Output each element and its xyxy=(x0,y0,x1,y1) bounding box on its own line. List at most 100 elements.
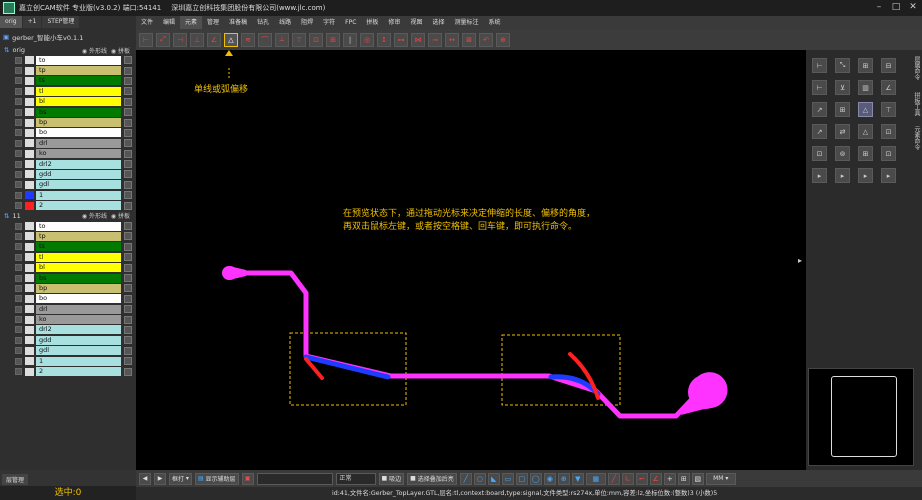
layer-visibility-checkbox[interactable] xyxy=(15,253,22,261)
layer-name[interactable]: ko xyxy=(36,315,121,325)
unit-select[interactable]: MM ▾ xyxy=(705,472,736,485)
layer-name[interactable]: drl xyxy=(36,138,121,148)
angle-tool-icon[interactable]: ∠ xyxy=(207,32,221,47)
layer-row[interactable]: drl xyxy=(0,304,136,314)
element-tool-icon[interactable]: ⇄ xyxy=(835,124,850,139)
layer-lock-checkbox[interactable] xyxy=(124,367,132,376)
layer-lock-checkbox[interactable] xyxy=(124,170,132,179)
layer-lock-checkbox[interactable] xyxy=(124,315,132,324)
panel-toggle[interactable]: ◉ 拼板 xyxy=(111,213,130,220)
menu-item[interactable]: 字符 xyxy=(318,16,340,29)
frame-select-icon[interactable]: ▣ xyxy=(241,472,254,485)
layer-visibility-checkbox[interactable] xyxy=(15,305,22,313)
layer-lock-checkbox[interactable] xyxy=(124,294,132,303)
layer-lock-checkbox[interactable] xyxy=(124,253,132,262)
layer-lock-checkbox[interactable] xyxy=(124,263,132,272)
layer-lock-checkbox[interactable] xyxy=(124,56,132,65)
layer-color-swatch[interactable] xyxy=(25,346,34,355)
layer-color-swatch[interactable] xyxy=(25,66,34,75)
layer-name[interactable]: tl xyxy=(36,252,121,262)
element-tool-icon[interactable]: ⤡ xyxy=(835,58,850,73)
grid-view-icon[interactable]: ⊞ xyxy=(677,472,690,485)
layer-row[interactable]: bs xyxy=(0,107,136,117)
menu-item[interactable]: 准备稿 xyxy=(224,16,252,29)
layer-row[interactable]: gdl xyxy=(0,346,136,356)
layer-visibility-checkbox[interactable] xyxy=(15,347,22,355)
right-vertical-tab[interactable]: 元素命令 xyxy=(912,126,921,150)
layer-lock-checkbox[interactable] xyxy=(124,160,132,169)
menu-item[interactable]: 钻孔 xyxy=(252,16,274,29)
minimize-button[interactable]: – xyxy=(872,2,886,12)
tab-orig[interactable]: orig xyxy=(0,16,22,28)
layer-lock-checkbox[interactable] xyxy=(124,180,132,189)
layer-name[interactable]: bo xyxy=(36,294,121,304)
menu-item[interactable]: 选择 xyxy=(427,16,449,29)
panel-toggle[interactable]: ◉ 拼板 xyxy=(111,48,130,55)
layer-visibility-checkbox[interactable] xyxy=(15,232,22,240)
layer-visibility-checkbox[interactable] xyxy=(15,295,22,303)
layer-row[interactable]: ts xyxy=(0,242,136,252)
layer-color-swatch[interactable] xyxy=(25,357,34,366)
layer-visibility-checkbox[interactable] xyxy=(15,87,22,95)
layer-visibility-checkbox[interactable] xyxy=(15,284,22,292)
layer-lock-checkbox[interactable] xyxy=(124,242,132,251)
view-mode-icon[interactable]: ▧ xyxy=(691,472,704,485)
element-tool-icon[interactable]: ⊤ xyxy=(881,102,896,117)
layer-color-swatch[interactable] xyxy=(25,315,34,324)
layer-lock-checkbox[interactable] xyxy=(124,232,132,241)
menu-item[interactable]: 编辑 xyxy=(158,16,180,29)
element-tool-icon[interactable]: ⊟ xyxy=(881,58,896,73)
layer-name[interactable]: gdl xyxy=(36,180,121,190)
stretch-tool-icon[interactable]: ⟂ xyxy=(275,32,289,47)
close-button[interactable]: ✕ xyxy=(906,2,920,12)
rotate-tool-icon[interactable]: ↔ xyxy=(445,32,459,47)
layer-visibility-checkbox[interactable] xyxy=(15,264,22,272)
outline-toggle[interactable]: ◉ 外形线 xyxy=(82,48,107,55)
extend-tool-icon[interactable]: ⤢ xyxy=(156,32,170,47)
layer-lock-checkbox[interactable] xyxy=(124,87,132,96)
outline-toggle[interactable]: ◉ 外形线 xyxy=(82,213,107,220)
layer-visibility-checkbox[interactable] xyxy=(15,222,22,230)
layer-name[interactable]: bp xyxy=(36,118,121,128)
layer-row[interactable]: ko xyxy=(0,149,136,159)
step-header[interactable]: ⇅ orig ◉ 外形线 ◉ 拼板 xyxy=(0,45,136,55)
filter-icon[interactable]: ▼ xyxy=(571,472,584,485)
menu-item[interactable]: 系统 xyxy=(483,16,505,29)
crosshair-icon[interactable]: + xyxy=(663,472,676,485)
layer-color-swatch[interactable] xyxy=(25,274,34,282)
layer-name[interactable]: 2 xyxy=(36,201,121,211)
grid-icon[interactable]: ▦ xyxy=(585,472,606,485)
layer-color-swatch[interactable] xyxy=(25,191,34,200)
layer-lock-checkbox[interactable] xyxy=(124,66,132,75)
menu-item[interactable]: 修审 xyxy=(383,16,405,29)
layer-visibility-checkbox[interactable] xyxy=(15,326,22,334)
layer-name[interactable]: 1 xyxy=(36,190,121,200)
layer-color-swatch[interactable] xyxy=(25,160,34,169)
layer-row[interactable]: bs xyxy=(0,273,136,283)
snap-edge-toggle[interactable]: ■ 吸边 xyxy=(378,472,405,485)
layer-name[interactable]: gdl xyxy=(36,346,121,356)
layer-visibility-checkbox[interactable] xyxy=(15,56,22,64)
layer-color-swatch[interactable] xyxy=(25,263,34,272)
layer-row[interactable]: 2 xyxy=(0,200,136,211)
layer-row[interactable]: tl xyxy=(0,86,136,96)
draw-circle-icon[interactable]: ○ xyxy=(473,472,486,485)
menu-item[interactable]: 测量标注 xyxy=(449,16,483,29)
tab-step-manager[interactable]: STEP管理 xyxy=(42,16,80,28)
join-tool-icon[interactable]: ⊶ xyxy=(394,32,408,47)
snap-tool-icon[interactable]: ⊕ xyxy=(496,32,510,47)
layer-color-swatch[interactable] xyxy=(25,56,34,65)
layer-color-swatch[interactable] xyxy=(25,367,34,376)
layer-visibility-checkbox[interactable] xyxy=(15,170,22,178)
layer-visibility-checkbox[interactable] xyxy=(15,368,22,376)
layer-row[interactable]: drl2 xyxy=(0,159,136,169)
line-tool-icon[interactable]: ⊢ xyxy=(139,32,153,47)
layer-visibility-checkbox[interactable] xyxy=(15,139,22,147)
layer-lock-checkbox[interactable] xyxy=(124,305,132,314)
layer-color-swatch[interactable] xyxy=(25,242,34,251)
layer-color-swatch[interactable] xyxy=(25,87,34,96)
layer-name[interactable]: drl2 xyxy=(36,159,121,169)
draw-line-icon[interactable]: ╱ xyxy=(459,472,472,485)
element-tool-icon[interactable]: ⊻ xyxy=(835,80,850,95)
layer-name[interactable]: gdd xyxy=(36,169,121,179)
